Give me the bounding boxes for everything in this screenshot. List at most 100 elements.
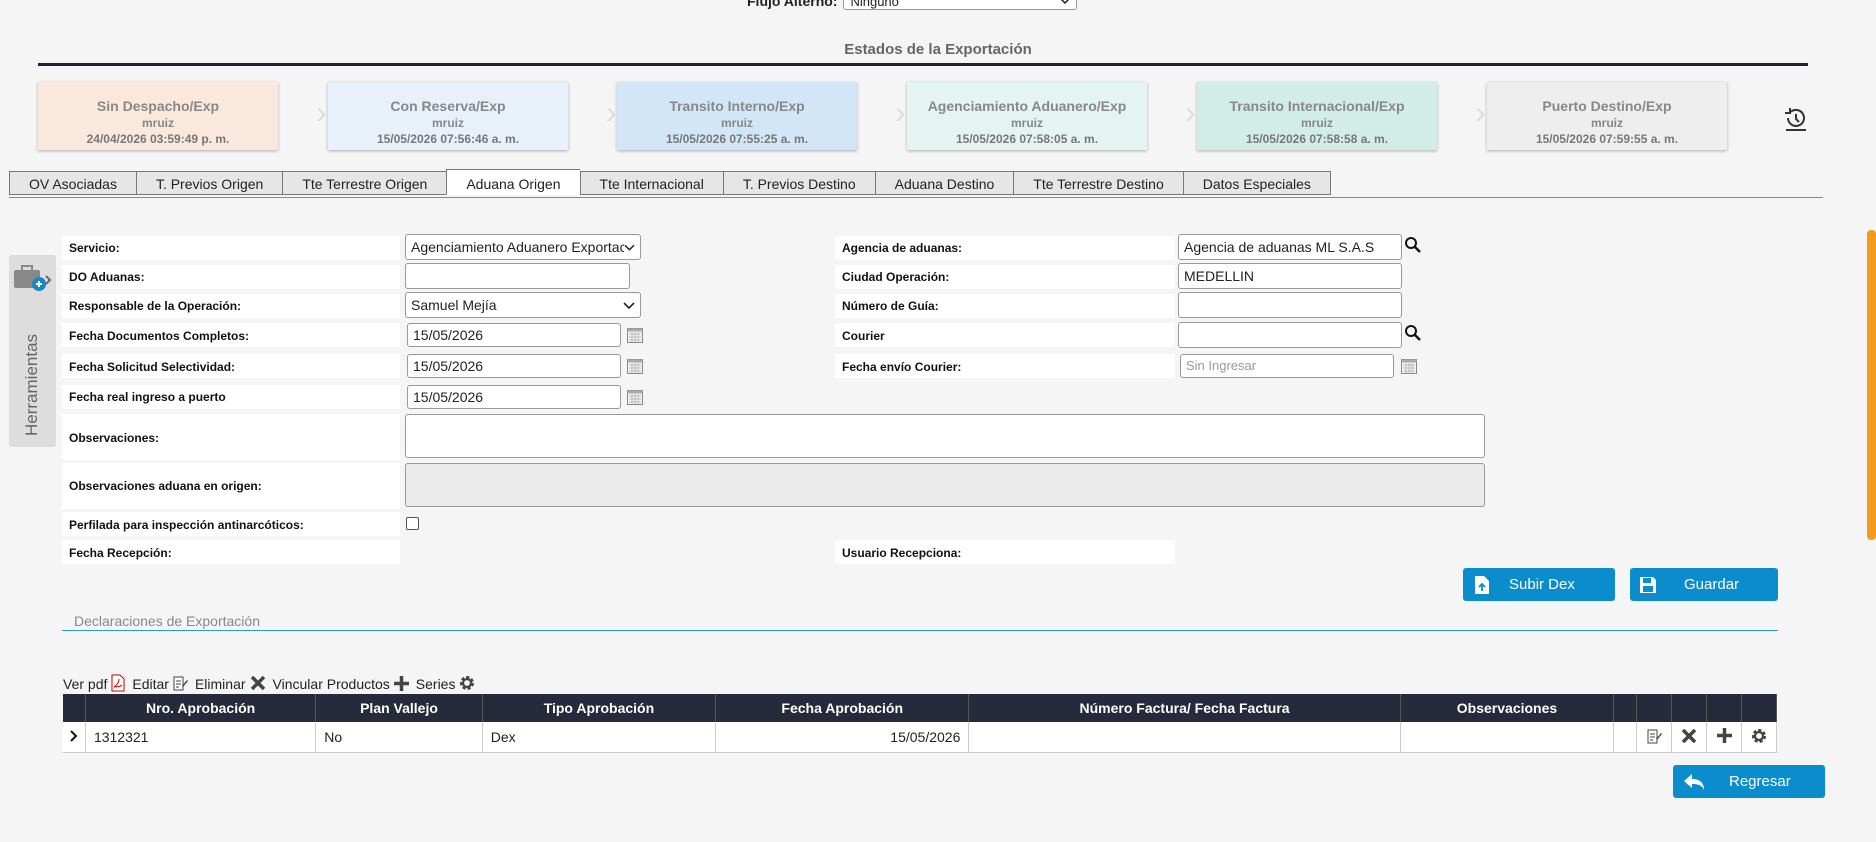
row-delete-action[interactable] <box>1671 722 1708 753</box>
agencia-input[interactable]: Agencia de aduanas ML S.A.S <box>1178 234 1402 260</box>
guia-input[interactable] <box>1178 292 1402 318</box>
state-card-title: Agenciamiento Aduanero/Exp <box>927 98 1127 114</box>
tab-tte-terrestre-destino[interactable]: Tte Terrestre Destino <box>1013 171 1183 195</box>
editar-button[interactable]: Editar <box>132 674 189 692</box>
edit-icon <box>173 676 188 691</box>
row-settings-action[interactable] <box>1741 722 1778 753</box>
state-card[interactable]: Con Reserva/Exp mruiz 15/05/2026 07:56:46 … <box>328 82 568 150</box>
tab-t-previos-origen[interactable]: T. Previos Origen <box>135 171 283 195</box>
state-card-date: 15/05/2026 07:58:58 a. m. <box>1245 132 1389 146</box>
calendar-icon[interactable] <box>627 390 643 405</box>
guardar-button[interactable]: Guardar <box>1630 568 1778 601</box>
flujo-alterno-label: Flujo Alterno: <box>747 0 838 9</box>
chevron-right-icon: › <box>606 94 617 130</box>
toolbox-icon[interactable] <box>12 262 52 294</box>
perfilada-label: Perfilada para inspección antinarcóticos… <box>69 518 304 532</box>
subir-dex-label: Subir Dex <box>1509 576 1575 593</box>
column-header-action <box>1671 694 1708 722</box>
column-header-spacer <box>1613 694 1638 722</box>
column-header[interactable]: Número Factura/ Fecha Factura <box>968 694 1401 722</box>
states-title: Estados de la Exportación <box>844 41 1032 58</box>
series-label: Series <box>415 676 456 692</box>
eliminar-button[interactable]: Eliminar <box>195 674 267 692</box>
ver-pdf-button[interactable]: Ver pdf <box>63 674 126 692</box>
state-card[interactable]: Agenciamiento Aduanero/Exp mruiz 15/05/202… <box>907 82 1147 150</box>
subir-dex-button[interactable]: Subir Dex <box>1463 568 1615 601</box>
tab-tte-terrestre-origen[interactable]: Tte Terrestre Origen <box>282 171 447 195</box>
responsable-value: Samuel Mejía <box>411 297 497 313</box>
declaraciones-title: Declaraciones de Exportación <box>74 613 260 629</box>
pdf-icon <box>111 674 125 692</box>
state-card-user: mruiz <box>141 116 174 130</box>
column-header[interactable]: Observaciones <box>1400 694 1615 722</box>
observaciones-origen-textarea <box>405 463 1485 507</box>
column-header[interactable]: Plan Vallejo <box>315 694 483 722</box>
history-icon[interactable] <box>1783 106 1809 132</box>
fecha-docs-input[interactable]: 15/05/2026 <box>407 323 621 347</box>
column-header[interactable]: Tipo Aprobación <box>482 694 717 722</box>
ciudad-input[interactable]: MEDELLIN <box>1178 263 1402 289</box>
search-icon[interactable] <box>1404 236 1422 254</box>
save-icon <box>1640 576 1656 593</box>
chevron-right-icon: › <box>895 94 906 130</box>
chevron-right-icon[interactable] <box>70 730 78 742</box>
expand-row-cell[interactable] <box>63 722 86 753</box>
row-add-action[interactable] <box>1706 722 1742 753</box>
table-row[interactable]: 1312321 No Dex 15/05/2026 <box>63 722 1778 753</box>
state-card-title: Transito Internacional/Exp <box>1229 98 1405 114</box>
state-card[interactable]: Sin Despacho/Exp mruiz 24/04/2026 03:59:49… <box>38 82 278 150</box>
agencia-label: Agencia de aduanas: <box>842 241 963 255</box>
tab-aduana-destino[interactable]: Aduana Destino <box>874 171 1014 195</box>
do-aduanas-input[interactable] <box>405 263 630 289</box>
state-card[interactable]: Transito Interno/Exp mruiz 15/05/2026 07:5… <box>617 82 857 150</box>
chevron-right-icon: › <box>316 94 327 130</box>
chevron-down-icon <box>624 244 635 251</box>
tab-t-previos-destino[interactable]: T. Previos Destino <box>722 171 875 195</box>
chevron-right-icon: › <box>1475 94 1486 130</box>
scrollbar-thumb[interactable] <box>1867 230 1876 540</box>
column-header[interactable]: Fecha Aprobación <box>715 694 970 722</box>
editar-label: Editar <box>132 676 169 692</box>
declaraciones-table: Nro. Aprobación Plan Vallejo Tipo Aproba… <box>63 694 1778 753</box>
state-card-date: 15/05/2026 07:56:46 a. m. <box>376 132 520 146</box>
plus-icon <box>393 676 409 691</box>
vincular-productos-label: Vincular Productos <box>272 676 390 692</box>
fecha-courier-input[interactable]: Sin Ingresar <box>1180 354 1394 378</box>
calendar-icon[interactable] <box>1401 359 1417 374</box>
responsable-select[interactable]: Samuel Mejía <box>405 292 641 318</box>
courier-input[interactable] <box>1178 322 1402 348</box>
vincular-productos-button[interactable]: Vincular Productos <box>273 675 410 692</box>
tab-datos-especiales[interactable]: Datos Especiales <box>1182 171 1331 195</box>
tab-tte-internacional[interactable]: Tte Internacional <box>579 171 723 195</box>
chevron-down-icon <box>1061 0 1070 4</box>
tab-ov-asociadas[interactable]: OV Asociadas <box>9 171 136 195</box>
row-edit-action[interactable] <box>1636 722 1673 753</box>
state-card-date: 15/05/2026 07:58:05 a. m. <box>955 132 1099 146</box>
flujo-alterno-select[interactable]: Ninguno <box>843 0 1078 10</box>
servicio-value: Agenciamiento Aduanero Exportación <box>411 239 625 255</box>
state-card-title: Sin Despacho/Exp <box>96 98 220 114</box>
observaciones-textarea[interactable] <box>405 414 1485 458</box>
fecha-ingreso-input[interactable]: 15/05/2026 <box>407 385 621 409</box>
regresar-button[interactable]: Regresar <box>1673 765 1825 798</box>
series-button[interactable]: Series <box>416 674 477 692</box>
servicio-select[interactable]: Agenciamiento Aduanero Exportación <box>405 234 641 260</box>
fecha-ingreso-label: Fecha real ingreso a puerto <box>69 390 226 404</box>
responsable-label: Responsable de la Operación: <box>69 299 242 313</box>
fecha-selectividad-input[interactable]: 15/05/2026 <box>407 354 621 378</box>
fecha-docs-label: Fecha Documentos Completos: <box>69 329 250 343</box>
perfilada-checkbox[interactable] <box>406 517 419 530</box>
search-icon[interactable] <box>1404 324 1422 342</box>
tab-aduana-origen[interactable]: Aduana Origen <box>446 169 580 195</box>
chevron-down-icon <box>623 301 635 309</box>
state-card[interactable]: Transito Internacional/Exp mruiz 15/05/202… <box>1197 82 1437 150</box>
column-header[interactable]: Nro. Aprobación <box>85 694 317 722</box>
calendar-icon[interactable] <box>627 328 643 343</box>
calendar-icon[interactable] <box>627 359 643 374</box>
row-bg <box>835 323 1175 347</box>
state-card[interactable]: Puerto Destino/Exp mruiz 15/05/2026 07:59:… <box>1487 82 1727 150</box>
cell-spacer <box>1613 722 1638 753</box>
reply-arrow-icon <box>1684 773 1704 790</box>
cell-numero-factura <box>968 722 1401 753</box>
states-divider <box>38 63 1808 66</box>
